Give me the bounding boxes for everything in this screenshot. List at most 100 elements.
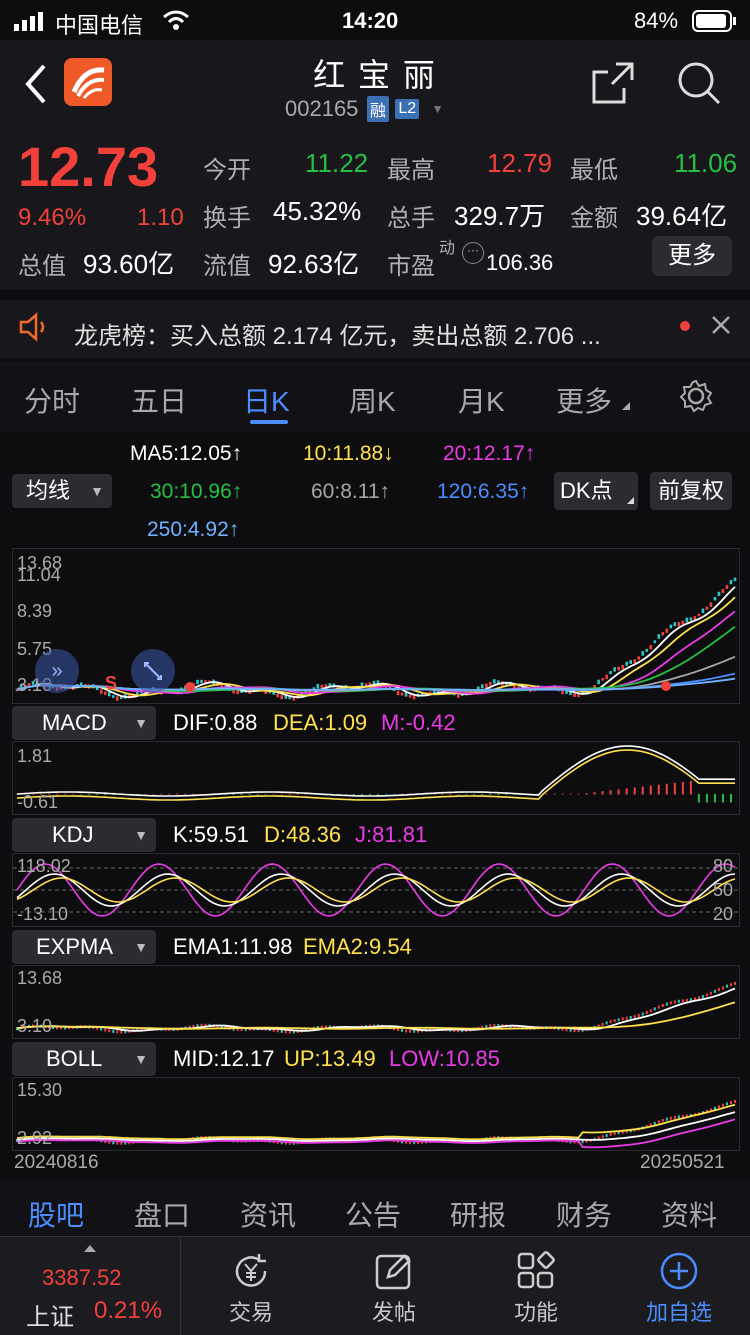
candlestick: [112, 1029, 115, 1033]
candlestick: [685, 998, 688, 1002]
candlestick: [705, 993, 708, 997]
tab-announcements[interactable]: 公告: [345, 1194, 401, 1234]
candlestick: [641, 1012, 644, 1016]
candlestick: [649, 644, 653, 650]
adjust-price-button[interactable]: 前复权: [650, 472, 732, 510]
amount-value: 39.64亿: [636, 201, 728, 231]
macd-histogram-bar: [713, 794, 716, 803]
tab-guba[interactable]: 股吧: [28, 1194, 84, 1234]
macd-histogram-bar: [617, 789, 620, 795]
boll-chart[interactable]: 15.30 2.92: [12, 1077, 740, 1151]
expand-chart-icon[interactable]: »: [35, 649, 79, 693]
candlestick: [685, 617, 689, 623]
signal-icon: [14, 11, 48, 37]
kline-chart[interactable]: 13.68 11.04 8.39 5.75 3.10 » S: [12, 548, 740, 704]
volume-value: 329.7万: [454, 201, 546, 231]
candlestick: [661, 632, 665, 636]
candlestick: [677, 1115, 680, 1119]
candlestick: [689, 617, 693, 621]
dk-point-button[interactable]: DK点: [554, 472, 638, 510]
fullscreen-icon[interactable]: [131, 649, 175, 693]
ma5-value: MA5:12.05↑: [130, 442, 243, 465]
macd-histogram-bar: [168, 793, 171, 795]
macd-histogram-bar: [641, 786, 644, 795]
tab-financials[interactable]: 财务: [556, 1194, 612, 1234]
macd-histogram-bar: [232, 794, 235, 795]
macd-histogram-bar: [64, 793, 67, 795]
candlestick: [629, 1015, 632, 1019]
tab-research[interactable]: 研报: [450, 1194, 506, 1234]
tab-news[interactable]: 资讯: [240, 1194, 296, 1234]
tab-profile[interactable]: 资料: [661, 1194, 717, 1234]
ma-type-dropdown[interactable]: 均线 ▼: [12, 474, 112, 508]
macd-histogram-bar: [697, 794, 700, 803]
yen-cycle-icon: [231, 1251, 271, 1296]
kdj-y-top: 118.02: [17, 856, 71, 876]
candlestick: [625, 661, 628, 666]
expma-label: EXPMA: [36, 934, 114, 959]
date-start: 20240816: [14, 1152, 99, 1173]
candlestick: [705, 606, 709, 610]
expma-chart[interactable]: 13.68 3.10: [12, 965, 740, 1039]
candlestick: [669, 624, 673, 629]
turnover-value: 45.32%: [273, 196, 362, 226]
more-button[interactable]: 更多: [652, 236, 732, 276]
candlestick: [108, 1029, 111, 1033]
candlestick: [657, 1005, 660, 1009]
macd-histogram-bar: [80, 794, 83, 795]
kdj-dropdown[interactable]: KDJ ▼: [12, 818, 156, 852]
candlestick: [413, 1029, 416, 1033]
candlestick: [629, 660, 633, 664]
boll-dropdown[interactable]: BOLL ▼: [12, 1042, 156, 1076]
macd-histogram-bar: [545, 793, 548, 795]
settings-gear-icon[interactable]: [678, 378, 714, 419]
candlestick: [717, 988, 720, 992]
info-tabs: 股吧 盘口 资讯 公告 研报 财务 资料: [0, 1180, 750, 1236]
tab-monthly-k[interactable]: 月K: [458, 380, 505, 420]
macd-histogram-bar: [88, 794, 91, 795]
candlestick: [609, 1020, 612, 1024]
candlestick: [409, 1029, 412, 1033]
volume-label: 总手: [387, 205, 435, 232]
share-icon[interactable]: [590, 60, 636, 111]
close-icon[interactable]: [710, 314, 732, 341]
signal-dot: [185, 682, 195, 692]
tab-daily-k[interactable]: 日K: [243, 380, 290, 420]
candlestick: [681, 999, 684, 1003]
tab-pankou[interactable]: 盘口: [134, 1194, 190, 1234]
more-dots-icon[interactable]: ···: [462, 242, 484, 264]
stock-code: 002165: [285, 96, 359, 121]
macd-chart[interactable]: 1.81 -0.61: [12, 741, 740, 815]
wifi-icon: [162, 9, 190, 37]
candlestick: [677, 621, 681, 627]
candlestick: [493, 679, 496, 684]
macd-dropdown[interactable]: MACD ▼: [12, 706, 156, 740]
candlestick: [621, 664, 624, 670]
high-label: 最高: [387, 157, 435, 184]
caret-up-icon: [84, 1245, 96, 1252]
kdj-chart[interactable]: 118.02 -13.10 80 50 20: [12, 853, 740, 927]
ma60-value: 60:8.11↑: [311, 480, 391, 503]
search-icon[interactable]: [676, 60, 722, 111]
index-value: 3387.52: [42, 1265, 122, 1290]
tab-five-day[interactable]: 五日: [131, 380, 187, 420]
index-ticker[interactable]: 3387.52 上证 0.21%: [0, 1237, 180, 1335]
kline-svg: [15, 577, 737, 701]
tab-weekly-k[interactable]: 周K: [349, 380, 396, 420]
ma10-line: [16, 596, 736, 697]
macd-histogram-bar: [625, 788, 628, 795]
candlestick: [104, 1028, 107, 1032]
macd-histogram-bar: [385, 794, 388, 795]
candlestick: [396, 690, 400, 696]
tab-more[interactable]: 更多: [556, 380, 612, 420]
expma-ema2: EMA2:9.54: [303, 934, 412, 959]
expma-svg: [16, 981, 736, 1034]
candlestick: [400, 692, 404, 696]
chevron-down-icon[interactable]: ▼: [432, 102, 444, 116]
tab-intraday[interactable]: 分时: [24, 380, 80, 420]
expma-dropdown[interactable]: EXPMA ▼: [12, 930, 156, 964]
notice-banner[interactable]: 龙虎榜：买入总额 2.174 亿元，卖出总额 2.706 ...: [0, 300, 750, 358]
mktcap-value: 93.60亿: [83, 249, 175, 279]
ma-legend: MA5:12.05↑ 10:11.88↓ 20:12.17↑ 均线 ▼ 30:1…: [0, 432, 750, 547]
candlestick: [665, 1002, 668, 1006]
